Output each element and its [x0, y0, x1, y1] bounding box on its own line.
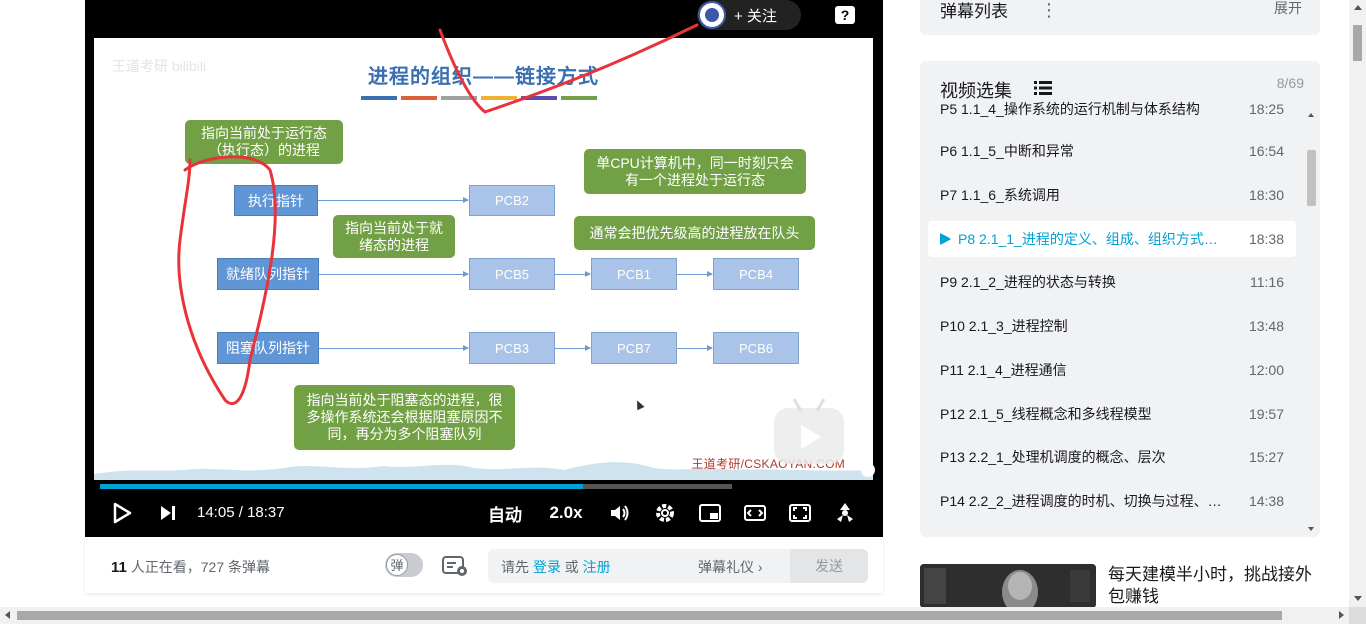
scroll-thumb[interactable]: [17, 611, 1282, 620]
episode-item[interactable]: P5 1.1_4_操作系统的运行机制与体系结构 18:25: [928, 99, 1296, 127]
episode-list-scrollbar[interactable]: [1305, 113, 1316, 531]
expand-button[interactable]: 展开: [1274, 0, 1302, 18]
time-display: 14:05 / 18:37: [197, 504, 285, 521]
video-player[interactable]: + 关注 ? 王道考研 bilibili 进程的组织——链接方式 指向当前处于运…: [85, 0, 883, 537]
episode-title: P13 2.2_1_处理机调度的概念、层次: [940, 449, 1166, 465]
danmaku-list-panel[interactable]: 弹幕列表 ⋮ 展开: [920, 0, 1320, 35]
episode-title: P6 1.1_5_中断和异常: [940, 143, 1074, 159]
scroll-up-arrow[interactable]: [1354, 5, 1362, 10]
volume-icon[interactable]: [607, 494, 633, 532]
episode-item[interactable]: P10 2.1_3_进程控制 13:48: [928, 308, 1296, 344]
danmaku-settings-icon[interactable]: [442, 555, 468, 577]
scroll-right-arrow[interactable]: [1339, 611, 1344, 619]
danmaku-etiquette-link[interactable]: 弹幕礼仪 ›: [698, 557, 763, 577]
danmaku-list-title: 弹幕列表: [940, 2, 1008, 21]
episode-item[interactable]: P11 2.1_4_进程通信 12:00: [928, 352, 1296, 388]
episode-title: P9 2.1_2_进程的状态与转换: [940, 274, 1116, 290]
progress-handle[interactable]: [861, 463, 875, 477]
danmaku-count-text: 条弹幕: [224, 559, 270, 575]
episode-duration: 13:48: [1248, 318, 1284, 334]
episode-item[interactable]: P9 2.1_2_进程的状态与转换 11:16: [928, 264, 1296, 300]
playlist-panel: 视频选集 8/69 P5 1.1_4_操作系统的运行机制与体系结构 18:25 …: [920, 61, 1320, 537]
recommend-title[interactable]: 每天建模半小时，挑战接外包赚钱: [1108, 564, 1323, 608]
episode-duration: 14:38: [1248, 493, 1284, 509]
danmaku-count: 727: [200, 559, 225, 575]
login-prompt: 请先 登录 或 注册: [501, 557, 611, 577]
playing-icon: [940, 233, 951, 245]
quality-button[interactable]: 自动: [483, 494, 527, 532]
episode-duration: 18:38: [1248, 231, 1284, 247]
total-time: 18:37: [247, 504, 285, 521]
episode-duration: 18:30: [1248, 187, 1284, 203]
episode-duration: 19:57: [1248, 406, 1284, 422]
time-separator: /: [234, 504, 248, 521]
episode-duration: 12:00: [1248, 362, 1284, 378]
page-horizontal-scrollbar[interactable]: [0, 607, 1349, 624]
episode-title: P5 1.1_4_操作系统的运行机制与体系结构: [940, 101, 1200, 117]
more-icon[interactable]: ⋮: [1040, 0, 1058, 21]
widescreen-icon[interactable]: [742, 494, 768, 532]
episode-item-active[interactable]: P8 2.1_1_进程的定义、组成、组织方式、特征 18:38: [928, 221, 1296, 257]
prompt-text: 请先: [501, 559, 533, 575]
episode-title: P8 2.1_1_进程的定义、组成、组织方式、特征: [958, 231, 1230, 247]
send-button[interactable]: 发送: [790, 549, 868, 583]
episode-title: P7 1.1_6_系统调用: [940, 187, 1060, 203]
viewer-count: 11: [111, 559, 127, 576]
episode-duration: 11:16: [1250, 274, 1284, 290]
episode-title: P11 2.1_4_进程通信: [940, 362, 1067, 378]
scroll-thumb[interactable]: [1353, 25, 1362, 61]
danmaku-toggle[interactable]: 弹: [385, 553, 423, 577]
scroll-down-arrow[interactable]: [1354, 596, 1362, 601]
episode-title: P14 2.2_2_进程调度的时机、切换与过程、方式: [940, 493, 1232, 509]
settings-icon[interactable]: [652, 494, 678, 532]
episode-duration: 16:54: [1248, 143, 1284, 159]
current-time: 14:05: [197, 504, 235, 521]
danmaku-fx-icon[interactable]: [832, 494, 858, 532]
episode-duration: 15:27: [1248, 449, 1284, 465]
episode-item[interactable]: P6 1.1_5_中断和异常 16:54: [928, 133, 1296, 169]
fullscreen-icon[interactable]: [787, 494, 813, 532]
pip-icon[interactable]: [697, 494, 723, 532]
scroll-left-arrow[interactable]: [5, 611, 10, 619]
scroll-up-arrow[interactable]: [1308, 113, 1314, 117]
episode-list[interactable]: P5 1.1_4_操作系统的运行机制与体系结构 18:25 P6 1.1_5_中…: [928, 99, 1304, 531]
register-link[interactable]: 注册: [583, 559, 611, 575]
prompt-or: 或: [560, 559, 583, 575]
episode-item[interactable]: P12 2.1_5_线程概念和多线程模型 19:57: [928, 396, 1296, 432]
episode-title: P10 2.1_3_进程控制: [940, 318, 1068, 334]
login-link[interactable]: 登录: [533, 559, 561, 575]
episode-title: P12 2.1_5_线程概念和多线程模型: [940, 406, 1152, 422]
episode-item[interactable]: P7 1.1_6_系统调用 18:30: [928, 177, 1296, 213]
danmaku-toggle-label: 弹: [386, 554, 408, 576]
danmaku-input[interactable]: 请先 登录 或 注册 弹幕礼仪 › 发送: [488, 549, 868, 583]
episode-duration: 18:25: [1248, 101, 1284, 117]
list-icon[interactable]: [1034, 81, 1052, 95]
viewer-info: 11 人正在看，727 条弹幕: [111, 557, 270, 577]
episode-item[interactable]: P13 2.2_1_处理机调度的概念、层次 15:27: [928, 439, 1296, 475]
pen-annotation: [177, 23, 699, 406]
page-vertical-scrollbar[interactable]: [1349, 0, 1366, 607]
progress-bar[interactable]: [100, 484, 732, 489]
danmaku-send-bar: 11 人正在看，727 条弹幕 弹 请先 登录 或 注册 弹幕礼仪 › 发送: [85, 537, 883, 593]
viewer-text: 人正在看，: [126, 559, 201, 575]
recommend-thumbnail[interactable]: [920, 564, 1096, 608]
playlist-count: 8/69: [1276, 75, 1304, 91]
scroll-thumb[interactable]: [1307, 150, 1316, 206]
speed-button[interactable]: 2.0x: [544, 494, 588, 532]
episode-item[interactable]: P14 2.2_2_进程调度的时机、切换与过程、方式 14:38: [928, 483, 1296, 519]
play-icon[interactable]: [107, 494, 137, 532]
control-bar: 14:05 / 18:37 自动 2.0x: [85, 494, 883, 532]
progress-fill: [100, 484, 584, 489]
scrollbar-corner: [1349, 607, 1366, 624]
next-icon[interactable]: [155, 494, 181, 532]
scroll-down-arrow[interactable]: [1308, 527, 1314, 531]
